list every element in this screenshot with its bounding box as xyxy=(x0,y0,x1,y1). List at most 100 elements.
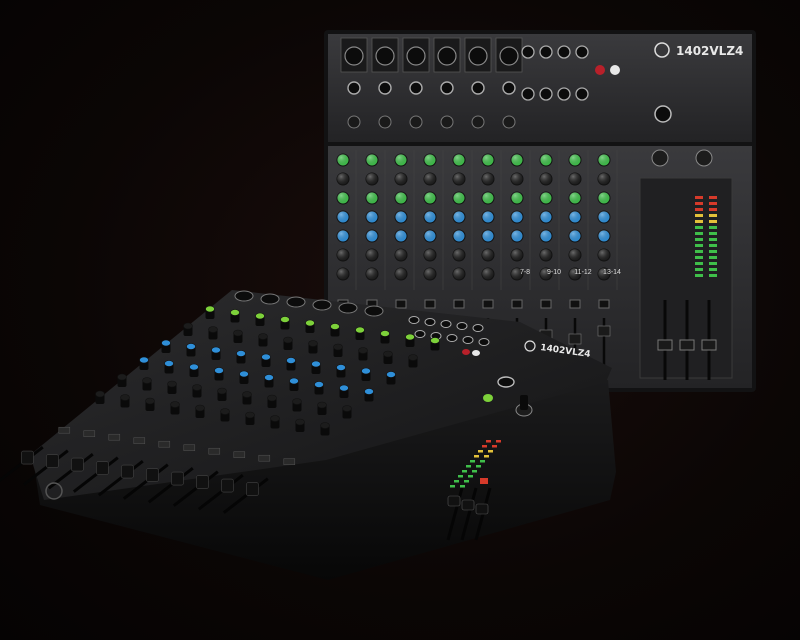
level-meter-led xyxy=(709,250,717,253)
phones-knob xyxy=(483,394,493,402)
channel-knob xyxy=(117,373,127,381)
knob-highlight xyxy=(366,268,378,280)
line-input-jack xyxy=(471,81,485,95)
knob-highlight xyxy=(337,230,349,242)
knob-highlight xyxy=(511,154,523,166)
master-fader-cap xyxy=(679,339,695,351)
xlr-input-socket xyxy=(468,46,488,66)
knob-highlight xyxy=(598,192,610,204)
channel-knob xyxy=(242,391,252,398)
gain-knob xyxy=(409,115,423,129)
knob-highlight xyxy=(569,249,581,261)
bus-label: 9-10 xyxy=(547,269,561,276)
fader-cap xyxy=(196,475,209,489)
channel-knob xyxy=(380,330,390,337)
channel-knob xyxy=(183,322,193,330)
level-meter-led xyxy=(480,460,485,463)
knob-highlight xyxy=(337,268,349,280)
channel-knob xyxy=(205,305,215,313)
channel-knob xyxy=(292,398,302,405)
knob-highlight xyxy=(511,230,523,242)
fader-cap xyxy=(597,325,611,337)
jack-socket xyxy=(462,336,474,344)
jack-socket xyxy=(539,45,553,59)
line-input-jack xyxy=(440,81,454,95)
level-meter-led xyxy=(695,268,703,271)
knob-highlight xyxy=(395,230,407,242)
mute-button xyxy=(183,444,196,451)
level-meter-led xyxy=(468,475,473,478)
xlr-input-socket xyxy=(364,305,384,317)
knob-highlight xyxy=(569,211,581,223)
level-meter-led xyxy=(486,440,491,443)
level-meter-led xyxy=(695,214,703,217)
knob-highlight xyxy=(424,268,436,280)
channel-knob xyxy=(361,367,371,375)
knob-highlight xyxy=(366,230,378,242)
xlr-input-socket xyxy=(375,46,395,66)
channel-knob xyxy=(336,364,346,371)
line-input-jack xyxy=(347,81,361,95)
level-meter-led xyxy=(709,220,717,223)
xlr-input-socket xyxy=(344,46,364,66)
product-photo: 7-8 9-10 11-12 13-14 1402VLZ4 1402VLZ4 xyxy=(0,0,800,640)
knob-highlight xyxy=(453,192,465,204)
channel-knob xyxy=(342,405,352,412)
knob-highlight xyxy=(395,154,407,166)
channel-knob xyxy=(217,387,227,395)
channel-knob xyxy=(161,339,171,347)
knob-highlight xyxy=(453,154,465,166)
channel-knob xyxy=(383,350,393,358)
knob-highlight xyxy=(540,173,552,185)
level-meter-led xyxy=(478,450,483,453)
mute-button xyxy=(83,430,96,437)
gain-knob xyxy=(440,115,454,129)
knob-highlight xyxy=(511,211,523,223)
channel-knob xyxy=(95,390,105,398)
line-input-jack xyxy=(502,81,516,95)
channel-knob xyxy=(261,353,271,361)
fader-cap xyxy=(121,464,134,479)
fader-cap xyxy=(568,333,582,345)
level-meter-led xyxy=(709,256,717,259)
mute-button xyxy=(424,299,436,309)
bus-label: 7-8 xyxy=(520,269,530,276)
level-meter-led xyxy=(695,196,703,199)
channel-knob xyxy=(211,346,221,354)
knob-highlight xyxy=(453,249,465,261)
knob-highlight xyxy=(540,211,552,223)
jack-socket xyxy=(440,320,452,328)
knob-highlight xyxy=(366,192,378,204)
level-meter-led xyxy=(466,465,471,468)
knob-highlight xyxy=(337,154,349,166)
jack-socket xyxy=(521,45,535,59)
channel-knob xyxy=(264,374,274,381)
channel-knob xyxy=(386,371,396,378)
channel-knob xyxy=(405,333,415,341)
knob-highlight xyxy=(569,154,581,166)
gain-knob xyxy=(502,115,516,129)
knob-highlight xyxy=(453,268,465,280)
mute-button xyxy=(233,451,246,458)
knob-highlight xyxy=(453,173,465,185)
xlr-input-socket xyxy=(406,46,426,66)
knob-highlight xyxy=(540,192,552,204)
channel-knob xyxy=(355,326,365,334)
channel-knob xyxy=(317,401,327,409)
channel-knob xyxy=(255,312,265,320)
xlr-input-socket xyxy=(260,293,280,305)
knob-highlight xyxy=(482,154,494,166)
fader-cap xyxy=(221,478,234,493)
rear-model-label: 1402VLZ4 xyxy=(676,44,743,58)
level-meter-led xyxy=(709,262,717,265)
clip-indicator xyxy=(480,478,488,484)
level-meter-led xyxy=(709,238,717,241)
channel-knob xyxy=(120,394,130,401)
knob-highlight xyxy=(424,211,436,223)
level-meter-led xyxy=(458,475,463,478)
fader-cap xyxy=(46,454,59,468)
channel-knob xyxy=(189,363,199,371)
mute-button xyxy=(108,433,121,441)
level-meter-led xyxy=(474,455,479,458)
knob-highlight xyxy=(424,154,436,166)
